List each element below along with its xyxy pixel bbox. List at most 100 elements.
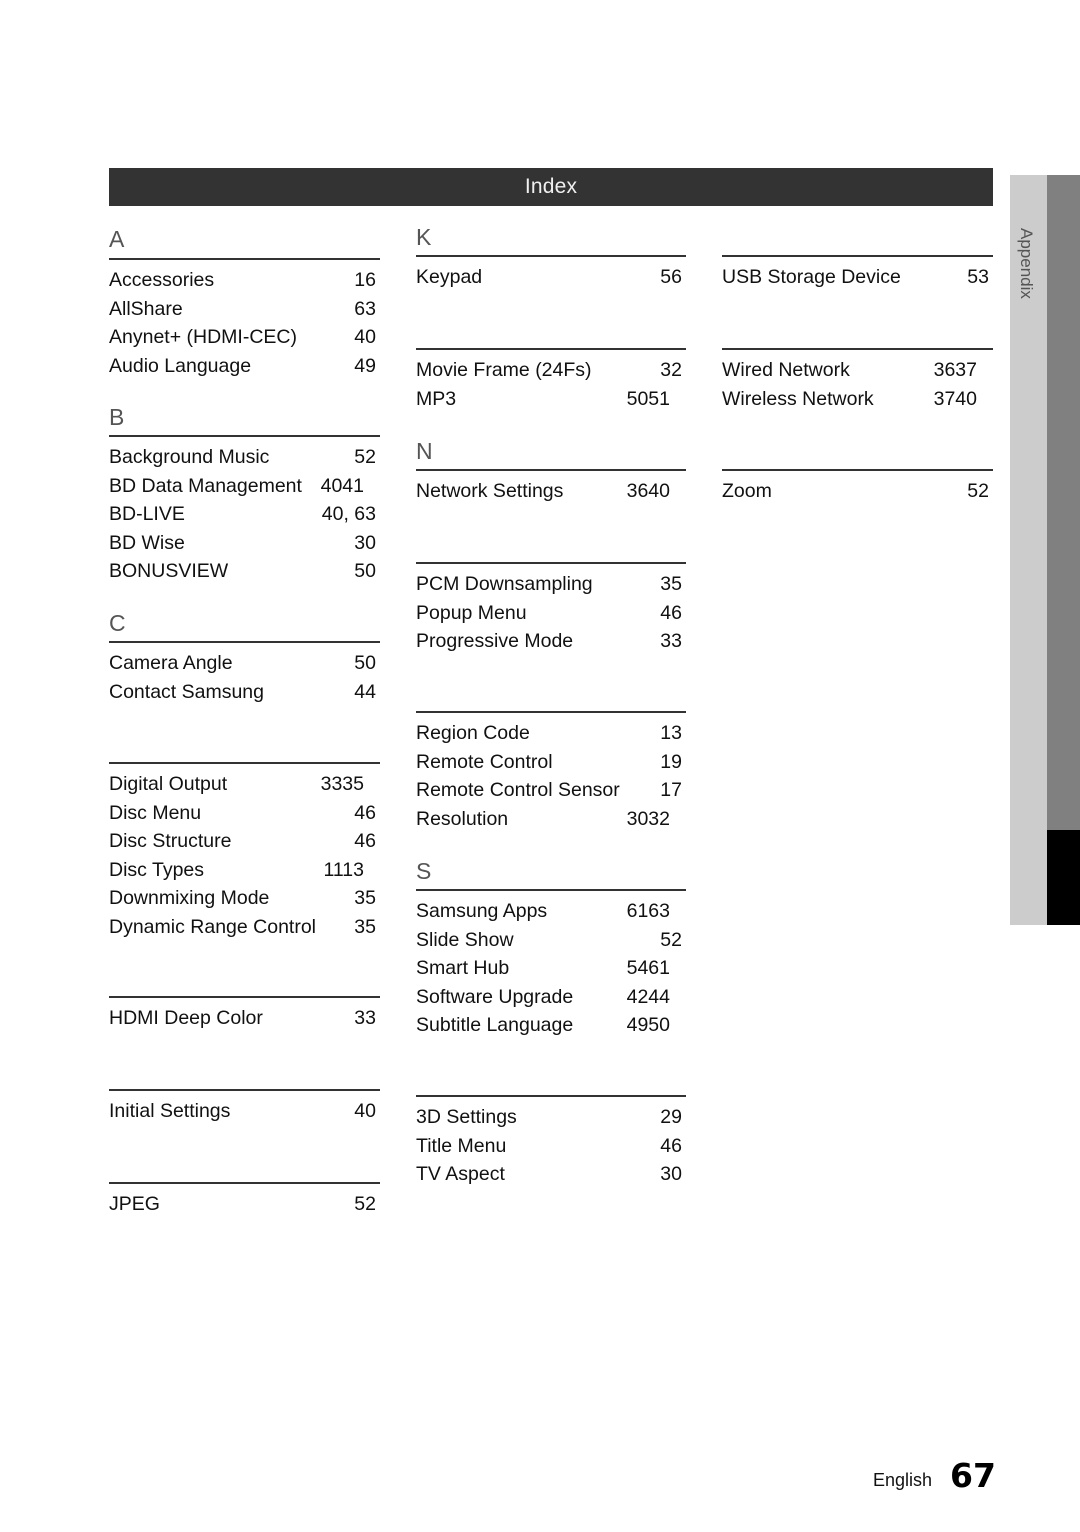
entry-term: Disc Menu: [109, 801, 202, 824]
entry-list: Background Music 52 BD Data Management 4041…: [109, 443, 380, 586]
index-entry: Contact Samsung 44: [109, 678, 380, 707]
index-entry: JPEG 52: [109, 1190, 380, 1219]
index-entry: Remote Control 19: [416, 748, 686, 777]
entry-page: 52: [967, 480, 989, 502]
entry-term: Region Code: [416, 722, 530, 744]
index-entry: Background Music 52: [109, 443, 380, 472]
index-entry: Digital Output 3335: [109, 770, 380, 799]
entry-term: Slide Show: [416, 928, 514, 951]
entry-term: Subtitle Language: [416, 1014, 574, 1036]
entry-term: Wired Network: [722, 359, 850, 381]
entry-term: Digital Output: [109, 773, 228, 795]
entry-term: BD Wise: [109, 531, 185, 554]
entry-term: AllShare: [109, 297, 183, 320]
index-entry: Title Menu 46: [416, 1132, 686, 1161]
entry-page: 6163: [626, 900, 670, 922]
entry-page: 19: [660, 750, 682, 773]
section-letter: A: [109, 226, 125, 252]
index-entry: BD Wise 30: [109, 529, 380, 558]
entry-page: 35: [660, 573, 682, 595]
index-entry: Progressive Mode 33: [416, 627, 686, 656]
entry-term: Network Settings: [416, 480, 564, 502]
index-entry: Wireless Network 3740: [722, 385, 993, 414]
entry-term: JPEG: [109, 1193, 160, 1215]
section-divider: [722, 255, 993, 257]
section-divider: [109, 1089, 380, 1091]
entry-page: 52: [354, 446, 376, 468]
entry-page: 50: [354, 560, 376, 582]
section-divider: [416, 348, 686, 350]
entry-page: 5461: [626, 957, 670, 979]
entry-term: Remote Control Sensor: [416, 779, 620, 801]
section-divider: [416, 1095, 686, 1097]
entry-term: Remote Control: [416, 750, 553, 773]
entry-term: Disc Types: [109, 858, 205, 881]
entry-list: Camera Angle 50 Contact Samsung 44: [109, 649, 380, 706]
entry-page: 3637: [933, 359, 977, 381]
index-entry: AllShare 63: [109, 295, 380, 324]
entry-list: Keypad 56: [416, 263, 686, 292]
section-divider: [416, 562, 686, 564]
section-divider: [416, 255, 686, 257]
entry-term: Initial Settings: [109, 1100, 231, 1122]
entry-term: BONUSVIEW: [109, 560, 229, 582]
entry-term: TV Aspect: [416, 1163, 505, 1185]
entry-page: 56: [660, 266, 682, 288]
entry-term: Audio Language: [109, 354, 252, 377]
entry-page: 3032: [626, 807, 670, 830]
entry-page: 40: [354, 326, 376, 348]
entry-list: HDMI Deep Color 33: [109, 1004, 380, 1033]
entry-term: Anynet+ (HDMI-CEC): [109, 326, 297, 348]
index-entry: Region Code 13: [416, 719, 686, 748]
entry-page: 44: [354, 680, 376, 703]
index-entry: Keypad 56: [416, 263, 686, 292]
index-entry: BD Data Management 4041: [109, 472, 380, 501]
entry-list: Accessories 16 AllShare 63 Anynet+ (HDMI-CEC…: [109, 266, 380, 380]
index-entry: USB Storage Device 53: [722, 263, 993, 292]
entry-term: Downmixing Mode: [109, 887, 270, 909]
index-entry: Slide Show 52: [416, 926, 686, 955]
entry-page: 46: [660, 601, 682, 624]
entry-page: 3640: [626, 480, 670, 502]
index-entry: Smart Hub 5461: [416, 954, 686, 983]
section-letter: K: [416, 224, 432, 250]
entry-term: Camera Angle: [109, 652, 233, 674]
page-title: Index: [524, 175, 578, 198]
entry-list: Movie Frame (24Fs) 32 MP3 5051: [416, 356, 686, 413]
entry-list: USB Storage Device 53: [722, 263, 993, 292]
index-entry: Disc Menu 46: [109, 799, 380, 828]
entry-page: 53: [967, 266, 989, 288]
entry-page: 52: [354, 1193, 376, 1215]
index-entry: Remote Control Sensor 17: [416, 776, 686, 805]
entry-page: 40: [354, 1100, 376, 1122]
entry-page: 35: [354, 887, 376, 909]
entry-list: Samsung Apps 6163 Slide Show 52 Smart Hub 546…: [416, 897, 686, 1040]
entry-term: Popup Menu: [416, 601, 527, 624]
entry-page: 46: [354, 801, 376, 824]
entry-term: Contact Samsung: [109, 680, 265, 703]
entry-page: 4041: [320, 474, 364, 497]
entry-term: Dynamic Range Control: [109, 915, 317, 938]
section-letter: S: [416, 858, 432, 884]
index-entry: Camera Angle 50: [109, 649, 380, 678]
entry-page: 3335: [320, 773, 364, 795]
entry-page: 1113: [323, 858, 365, 881]
entry-term: Movie Frame (24Fs): [416, 359, 592, 381]
entry-term: Resolution: [416, 807, 509, 830]
index-entry: MP3 5051: [416, 385, 686, 414]
entry-term: Zoom: [722, 480, 772, 502]
entry-term: Disc Structure: [109, 830, 232, 852]
index-entry: BD-LIVE 40, 63: [109, 500, 380, 529]
entry-page: 3740: [933, 387, 977, 410]
entry-page: 40, 63: [321, 503, 376, 525]
section-divider: [109, 996, 380, 998]
index-entry: 3D Settings 29: [416, 1103, 686, 1132]
entry-term: USB Storage Device: [722, 266, 901, 288]
entry-page: 16: [354, 269, 376, 291]
entry-list: Initial Settings 40: [109, 1097, 380, 1126]
side-tab-bar: [1047, 175, 1080, 830]
section-divider: [109, 258, 380, 260]
entry-page: 52: [660, 928, 682, 951]
page-number: 67: [950, 1456, 996, 1495]
section-letter: N: [416, 438, 433, 464]
